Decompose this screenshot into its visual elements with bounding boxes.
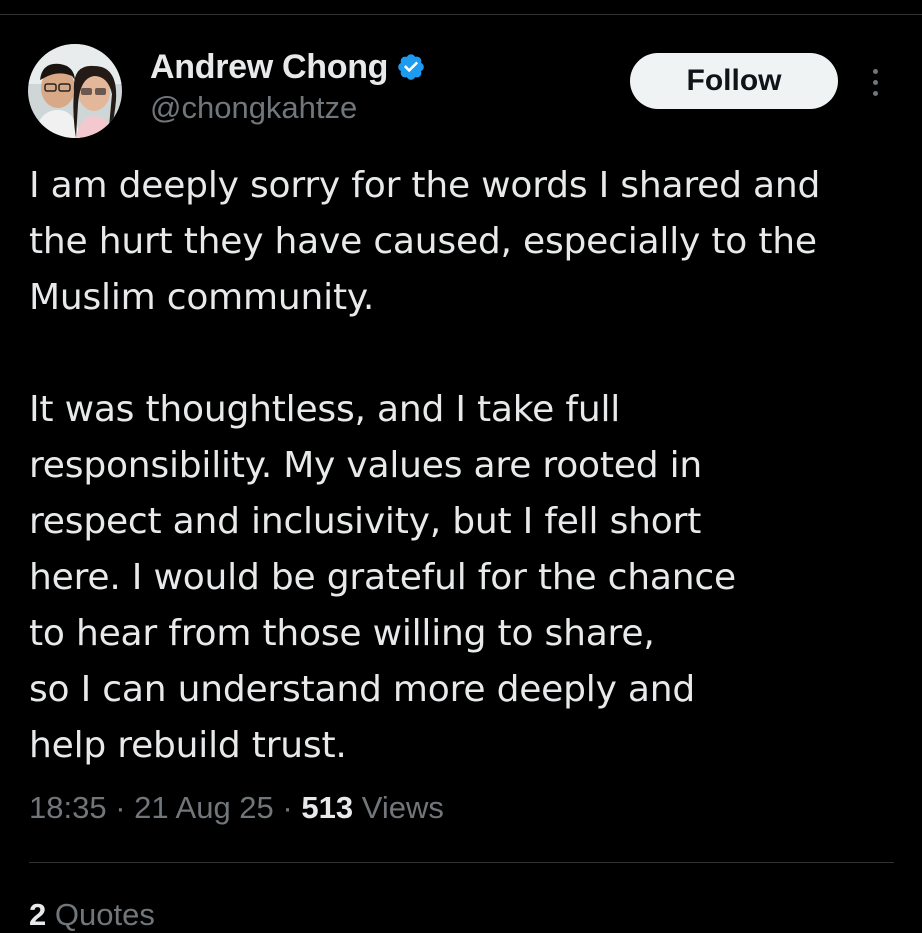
avatar-image [28, 44, 122, 138]
tweet-line: so I can understand more deeply and [29, 669, 696, 710]
tweet-line: respect and inclusivity, but I fell shor… [29, 501, 702, 542]
quotes-label: Quotes [54, 897, 155, 932]
follow-button[interactable]: Follow [630, 53, 838, 109]
tweet-line: here. I would be grateful for the chance [29, 557, 736, 598]
more-dot [872, 79, 878, 85]
more-dot [872, 68, 878, 74]
user-handle[interactable]: @chongkahtze [150, 90, 426, 126]
top-divider [0, 14, 922, 15]
tweet-date[interactable]: 21 Aug 25 [134, 790, 274, 825]
more-dot [872, 90, 878, 96]
tweet-time[interactable]: 18:35 [29, 790, 107, 825]
views-label: Views [361, 790, 444, 825]
meta-separator: · [282, 790, 293, 825]
tweet-line: to hear from those willing to share, [29, 613, 655, 654]
tweet-line: the hurt they have caused, especially to… [29, 221, 817, 262]
views-count: 513 [301, 790, 354, 825]
tweet-line: It was thoughtless, and I take full [29, 389, 621, 430]
tweet-meta: 18:35 · 21 Aug 25 · 513 Views [29, 790, 444, 826]
tweet-text: I am deeply sorry for the words I shared… [29, 158, 909, 774]
quotes-count: 2 [29, 897, 47, 932]
bottom-divider [29, 862, 894, 863]
display-name[interactable]: Andrew Chong [150, 48, 388, 87]
avatar[interactable] [28, 44, 122, 138]
author-block[interactable]: Andrew Chong @chongkahtze [150, 46, 426, 126]
verified-badge-icon [396, 52, 426, 82]
meta-separator: · [115, 790, 126, 825]
tweet-line: responsibility. My values are rooted in [29, 445, 703, 486]
tweet-line: help rebuild trust. [29, 725, 347, 766]
tweet-line: I am deeply sorry for the words I shared… [29, 165, 821, 206]
name-row: Andrew Chong [150, 46, 426, 88]
quotes-link[interactable]: 2 Quotes [29, 897, 155, 933]
more-vertical-icon[interactable] [860, 62, 890, 102]
tweet-line: Muslim community. [29, 277, 375, 318]
